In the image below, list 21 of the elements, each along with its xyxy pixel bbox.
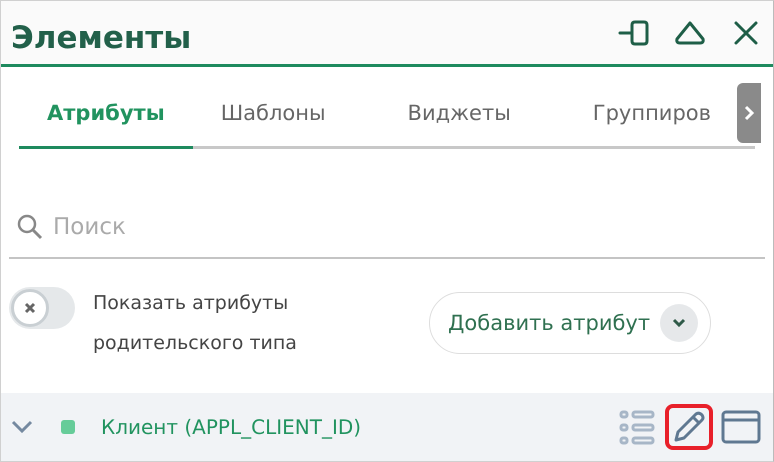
search-icon [17, 214, 43, 240]
edit-button[interactable] [665, 404, 713, 450]
scroll-right-button[interactable] [737, 83, 761, 143]
caret-icon [660, 304, 698, 342]
attribute-name: Клиент (APPL_CLIENT_ID) [101, 415, 362, 439]
tab[interactable]: Атрибуты [19, 79, 193, 149]
close-icon [24, 302, 36, 314]
tab[interactable]: Шаблоны [220, 79, 354, 149]
search-field[interactable]: Поиск [51, 213, 765, 241]
tab[interactable]: Виджеты [408, 79, 539, 149]
toggle-switch[interactable] [9, 287, 75, 329]
add-attribute-button[interactable]: Добавить атрибут [429, 292, 712, 354]
pencil-icon [672, 410, 706, 444]
panel-title: Элементы [11, 18, 192, 56]
tab[interactable]: Группиров [592, 79, 740, 149]
attribute-row[interactable]: Клиент (APPL_CLIENT_ID) [1, 393, 773, 461]
toggle-label: Показать атрибуты родительского типа [93, 291, 298, 356]
chevron-down-icon [11, 420, 33, 434]
window-icon [721, 409, 761, 445]
list-icon [619, 408, 655, 446]
chevron-right-icon [743, 104, 755, 122]
